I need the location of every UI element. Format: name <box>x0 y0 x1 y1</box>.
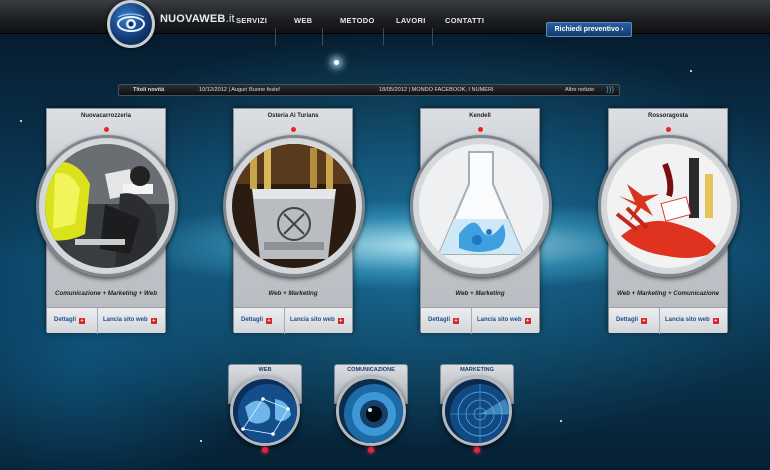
badge-label: MARKETING <box>460 367 494 373</box>
logo-name: NUOVAWEB <box>160 13 226 25</box>
star <box>20 120 22 122</box>
card-image-frame[interactable] <box>410 135 552 277</box>
nav-divider <box>383 28 384 46</box>
launch-label: Lancia sito web <box>103 317 148 323</box>
star <box>334 60 339 65</box>
card-actions: Dettagli + Lancia sito web + <box>234 307 352 334</box>
nav-item-contatti[interactable]: CONTATTI <box>445 16 484 25</box>
badge-label: WEB <box>258 367 272 373</box>
request-quote-button[interactable]: Richiedi preventivo › <box>546 22 632 37</box>
button-divider <box>97 308 98 334</box>
card-services: Web + Marketing <box>455 290 505 297</box>
nav-item-servizi[interactable]: SERVIZI <box>236 16 267 25</box>
ticker-item[interactable]: 18/05/2012 | MONDO FACEBOOK, I NUMERI <box>379 85 494 95</box>
logo-tld: .it <box>225 13 235 25</box>
details-label: Dettagli <box>428 317 451 323</box>
service-badge-marketing[interactable]: MARKETING <box>440 364 514 454</box>
card-title: Kendell <box>469 113 491 119</box>
plus-icon: + <box>712 318 719 324</box>
badge-label: COMUNICAZIONE <box>347 367 395 373</box>
radar-icon <box>442 376 512 446</box>
logo-eye-icon[interactable] <box>107 0 155 48</box>
nav-item-web[interactable]: WEB <box>294 16 312 25</box>
launch-site-button[interactable]: Lancia sito web + <box>290 317 344 324</box>
details-button[interactable]: Dettagli + <box>428 317 460 324</box>
card-actions: Dettagli + Lancia sito web + <box>609 307 727 334</box>
nav-divider <box>432 28 433 46</box>
nav-divider <box>275 28 276 46</box>
launch-site-button[interactable]: Lancia sito web + <box>665 317 719 324</box>
ticker-item[interactable]: 10/12/2012 | Auguri Buone feste! <box>199 85 280 95</box>
card-image-flask <box>419 144 543 268</box>
launch-site-button[interactable]: Lancia sito web + <box>103 317 157 324</box>
launch-label: Lancia sito web <box>665 317 710 323</box>
star <box>200 440 202 442</box>
card-bullet <box>104 127 109 132</box>
button-divider <box>471 308 472 334</box>
button-divider <box>284 308 285 334</box>
card-image-lobster <box>607 144 731 268</box>
details-button[interactable]: Dettagli + <box>616 317 648 324</box>
details-label: Dettagli <box>616 317 639 323</box>
eye-iris-icon <box>336 376 406 446</box>
nav-item-lavori[interactable]: LAVORI <box>396 16 426 25</box>
card-title: Osteria Ai Turians <box>267 113 319 119</box>
portfolio-card-kendell: Kendell Web + Marketing Dettagli + Lancia… <box>410 108 552 334</box>
plus-icon: + <box>266 318 273 324</box>
card-bullet <box>666 127 671 132</box>
card-bullet <box>478 127 483 132</box>
details-label: Dettagli <box>54 317 77 323</box>
portfolio-card-osteria: Osteria Ai Turians Web + Marketing Detta… <box>223 108 365 334</box>
plus-icon: + <box>453 318 460 324</box>
star <box>560 420 562 422</box>
details-button[interactable]: Dettagli + <box>54 317 86 324</box>
nav-item-metodo[interactable]: METODO <box>340 16 375 25</box>
portfolio-card-rossoragosta: Rossoragosta Web + Marketing + Comunicaz… <box>598 108 740 334</box>
card-actions: Dettagli + Lancia sito web + <box>421 307 539 334</box>
rss-icon[interactable]: ))) <box>606 86 616 94</box>
details-button[interactable]: Dettagli + <box>241 317 273 324</box>
badge-indicator <box>262 447 268 453</box>
badge-indicator <box>474 447 480 453</box>
plus-icon: + <box>337 318 344 324</box>
card-services: Web + Marketing <box>268 290 318 297</box>
portfolio-card-nuovacarrozzeria: Nuovacarrozzeria Comunicazione + Marketi… <box>36 108 178 334</box>
logo-wordmark[interactable]: NUOVAWEB.it <box>160 13 235 25</box>
details-label: Dettagli <box>241 317 264 323</box>
card-services: Comunicazione + Marketing + Web <box>55 290 157 297</box>
more-news-link[interactable]: Altre notizie <box>565 85 594 95</box>
globe-network-icon <box>230 376 300 446</box>
star <box>690 70 692 72</box>
badge-indicator <box>368 447 374 453</box>
plus-icon: + <box>79 318 86 324</box>
launch-label: Lancia sito web <box>290 317 335 323</box>
card-image-car-painter <box>45 144 169 268</box>
service-badge-comunicazione[interactable]: COMUNICAZIONE <box>334 364 408 454</box>
card-image-frame[interactable] <box>223 135 365 277</box>
card-image-wine-bucket <box>232 144 356 268</box>
plus-icon: + <box>150 318 157 324</box>
card-services: Web + Marketing + Comunicazione <box>617 290 719 297</box>
button-divider <box>659 308 660 334</box>
card-bullet <box>291 127 296 132</box>
news-ticker: Titoli novità 10/12/2012 | Auguri Buone … <box>118 84 620 96</box>
nav-divider <box>322 28 323 46</box>
launch-site-button[interactable]: Lancia sito web + <box>477 317 531 324</box>
launch-label: Lancia sito web <box>477 317 522 323</box>
card-image-frame[interactable] <box>36 135 178 277</box>
card-image-frame[interactable] <box>598 135 740 277</box>
plus-icon: + <box>524 318 531 324</box>
card-actions: Dettagli + Lancia sito web + <box>47 307 165 334</box>
card-title: Nuovacarrozzeria <box>80 113 132 119</box>
ticker-label: Titoli novità <box>133 87 165 93</box>
plus-icon: + <box>641 318 648 324</box>
service-badge-web[interactable]: WEB <box>228 364 302 454</box>
card-title: Rossoragosta <box>647 113 688 119</box>
